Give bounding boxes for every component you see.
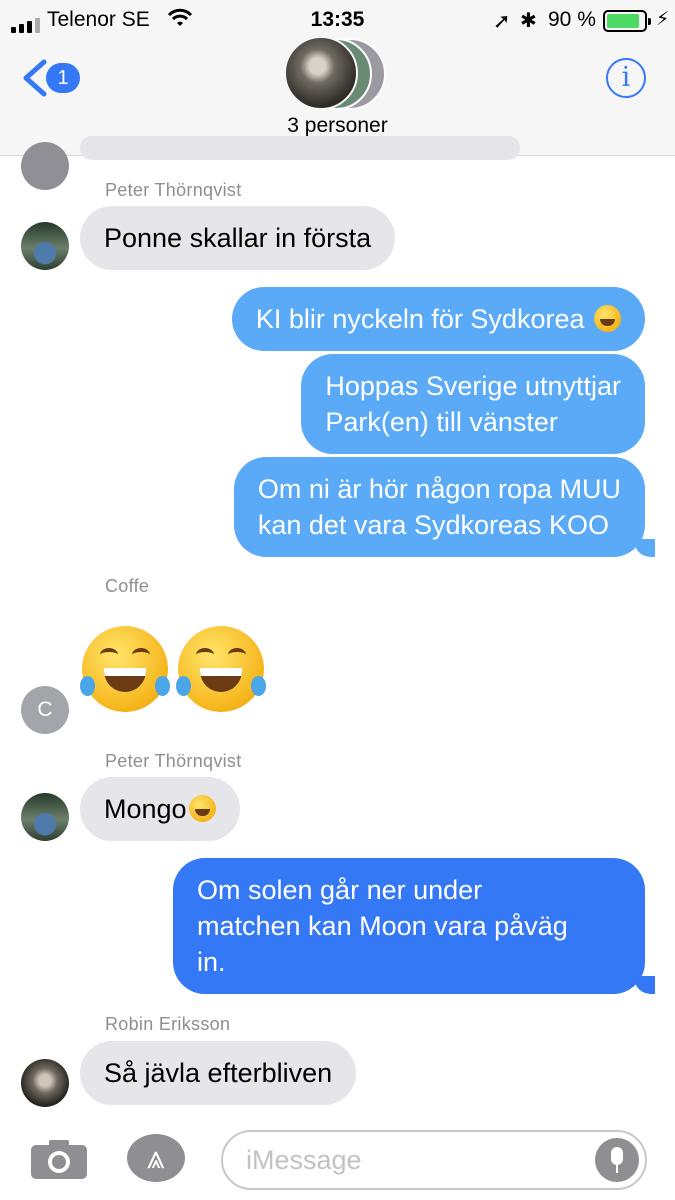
avatar (21, 1059, 69, 1107)
message-bubble (80, 136, 520, 160)
bubble-tail (635, 539, 655, 557)
message-bubble: KI blir nyckeln för Sydkorea (231, 287, 645, 351)
emoji-message (80, 626, 266, 712)
message-bubble: Så jävla efterbliven (80, 1041, 357, 1105)
sender-name: Peter Thörnqvist (105, 751, 242, 771)
unread-badge[interactable]: 1 (46, 63, 80, 93)
message-list: Peter Thörnqvist Ponne skallar in första… (0, 136, 675, 1116)
message-bubble: Ponne skallar in första (80, 206, 396, 270)
charging-bolt-icon: ⚡ (656, 9, 670, 30)
app-store-icon[interactable]: ⩓ (127, 1134, 185, 1182)
message-input-placeholder: iMessage (246, 1145, 362, 1175)
grinning-emoji (188, 795, 216, 822)
compose-bar: ⩓ iMessage (0, 1116, 675, 1200)
group-avatar[interactable] (284, 36, 394, 110)
bluetooth-icon: ✱ (520, 10, 537, 32)
message-text: Så jävla efterbliven (104, 1058, 333, 1088)
battery-percentage: 90 % (548, 8, 596, 31)
message-bubble: Hoppas Sverige utnyttjar Park(en) till vä… (301, 354, 645, 454)
tears-of-joy-emoji (176, 626, 266, 712)
tears-of-joy-emoji (594, 305, 621, 332)
avatar (21, 222, 69, 270)
battery-icon (603, 10, 651, 32)
message-text: matchen kan Moon vara påväg (197, 911, 568, 941)
group-title[interactable]: 3 personer (0, 114, 675, 138)
avatar: C (21, 686, 69, 734)
message-text: Park(en) till vänster (325, 407, 558, 437)
location-arrow-icon: ➚ (493, 10, 511, 33)
sender-name: Robin Eriksson (105, 1014, 231, 1034)
sender-name: Peter Thörnqvist (105, 180, 242, 200)
sender-name: Coffe (105, 576, 150, 596)
avatar (21, 142, 69, 190)
message-text: Om ni är hör någon ropa MUU (257, 474, 621, 504)
message-bubble: Mongo (80, 777, 240, 841)
status-bar: Telenor SE 13:35 ➚ ✱ 90 % ⚡ (0, 6, 675, 36)
message-text: Ponne skallar in första (104, 223, 372, 253)
message-bubble: Om solen går ner under matchen kan Moon v… (173, 858, 645, 994)
conversation-header: Telenor SE 13:35 ➚ ✱ 90 % ⚡ 1 3 personer… (0, 0, 675, 156)
message-text: Mongo (104, 794, 187, 824)
message-bubble: Om ni är hör någon ropa MUU kan det vara … (233, 457, 645, 557)
message-text: KI blir nyckeln för Sydkorea (255, 304, 585, 334)
bubble-tail (635, 976, 655, 994)
message-input[interactable]: iMessage (221, 1130, 647, 1190)
message-text: Hoppas Sverige utnyttjar (325, 371, 621, 401)
info-icon[interactable]: i (606, 58, 646, 98)
camera-icon[interactable] (30, 1138, 88, 1180)
tears-of-joy-emoji (80, 626, 170, 712)
message-text: in. (197, 947, 226, 977)
avatar (21, 793, 69, 841)
avatar (284, 36, 358, 110)
message-text: kan det vara Sydkoreas KOO (257, 510, 610, 540)
microphone-icon[interactable] (595, 1138, 639, 1182)
message-text: Om solen går ner under (197, 875, 483, 905)
